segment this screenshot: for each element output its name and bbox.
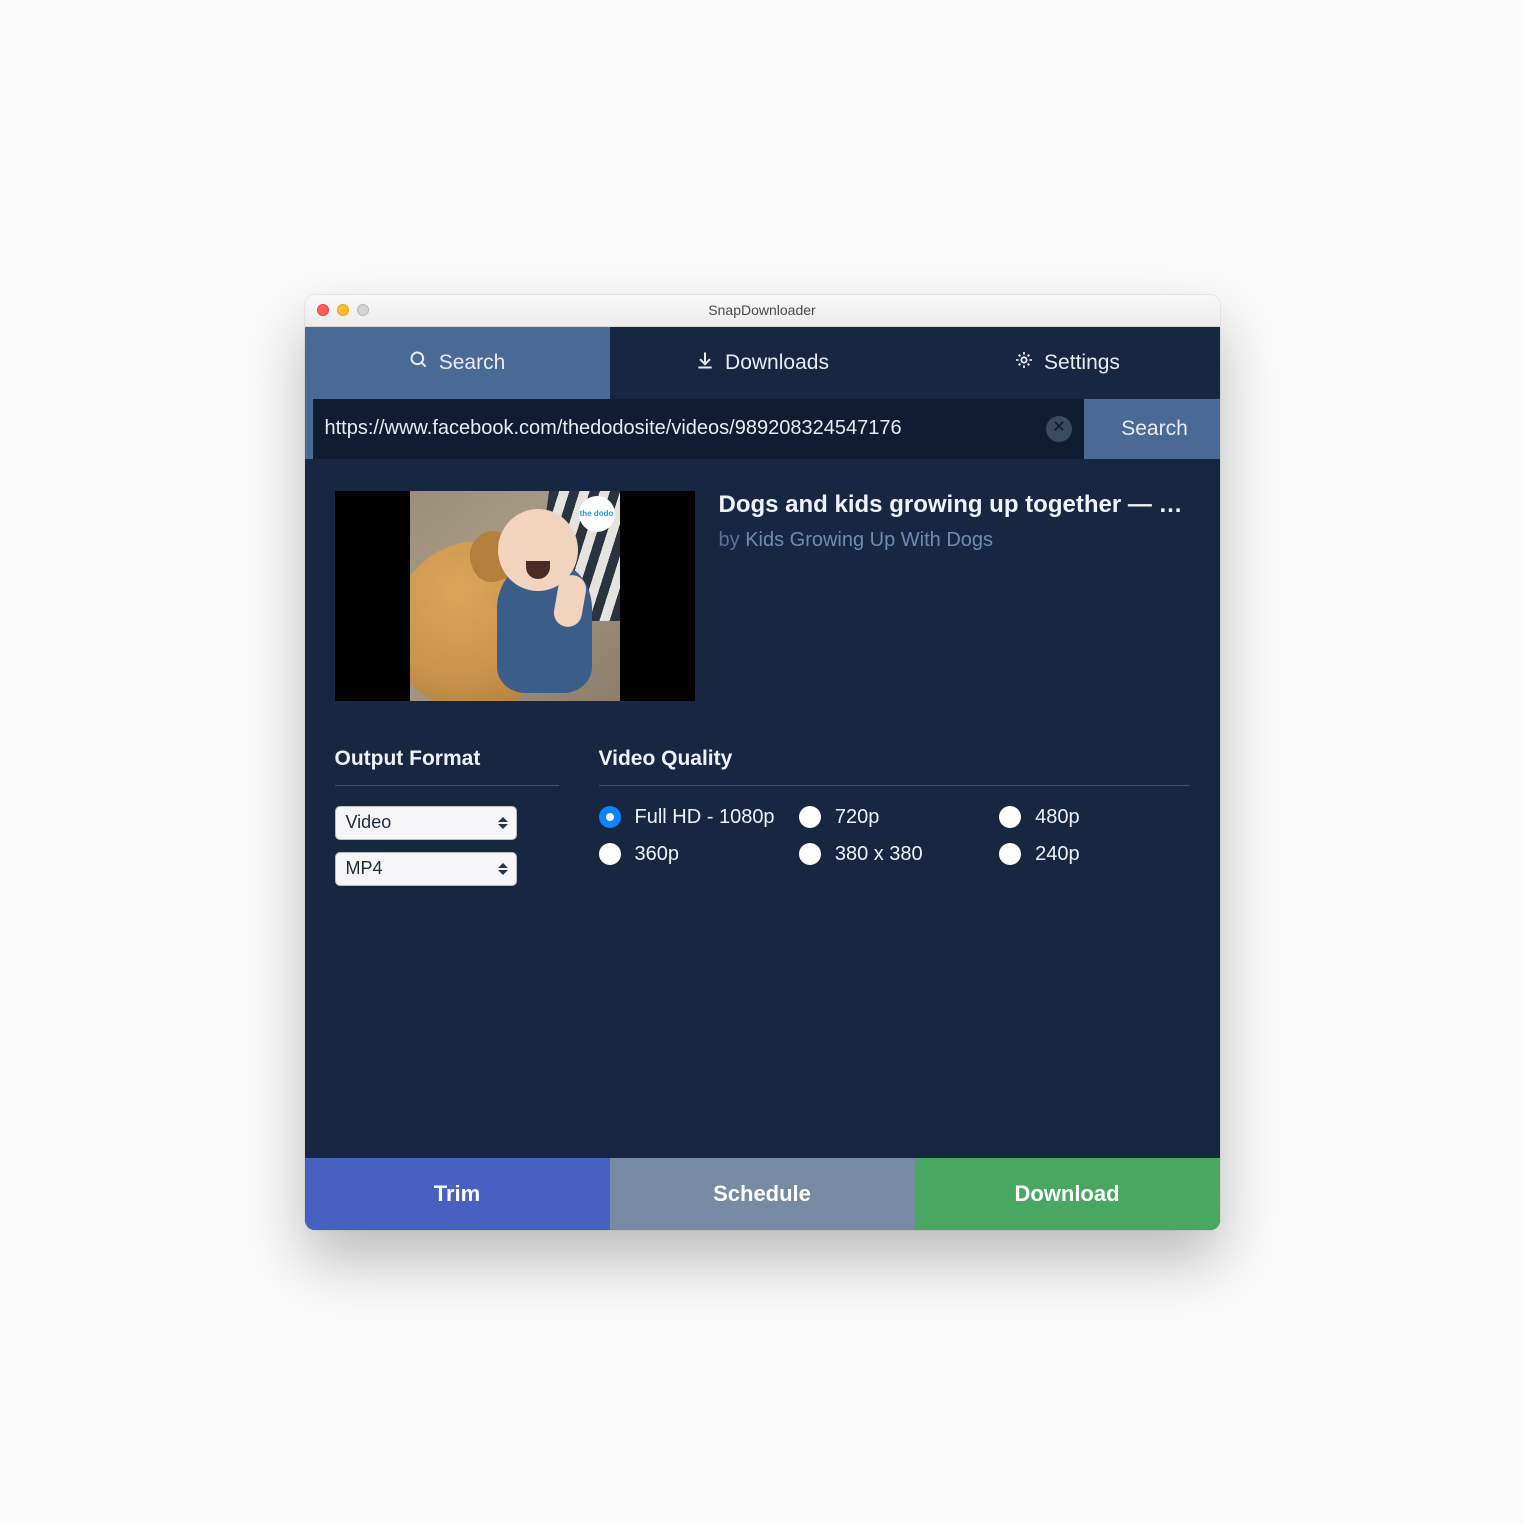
quality-option-label: 240p <box>1035 843 1080 866</box>
video-author-line: by Kids Growing Up With Dogs <box>719 529 1190 552</box>
video-preview-row: the dodo Dogs and kids growing up togeth… <box>335 491 1190 701</box>
thumbnail-logo-badge: the dodo <box>579 496 615 532</box>
maximize-window-button[interactable] <box>357 304 369 316</box>
thumbnail-image: the dodo <box>410 491 620 701</box>
quality-option-label: 720p <box>835 806 880 829</box>
options-row: Output Format Video MP4 Video Quality Fu… <box>335 747 1190 898</box>
radio-icon <box>799 843 821 865</box>
quality-option-label: Full HD - 1080p <box>635 806 775 829</box>
quality-option-label: 360p <box>635 843 680 866</box>
radio-icon <box>799 806 821 828</box>
search-button[interactable]: Search <box>1090 399 1220 459</box>
schedule-button-label: Schedule <box>713 1181 811 1207</box>
format-container-value: MP4 <box>346 858 383 879</box>
url-input[interactable] <box>325 417 1046 440</box>
video-quality-heading: Video Quality <box>599 747 1190 786</box>
tab-search[interactable]: Search <box>305 327 610 399</box>
quality-radio-group: Full HD - 1080p 720p 480p 360p 380 x 380 240p <box>599 806 1190 866</box>
clear-url-button[interactable] <box>1046 416 1072 442</box>
download-button-label: Download <box>1014 1181 1119 1207</box>
search-icon <box>409 350 429 376</box>
radio-icon <box>599 806 621 828</box>
video-author: Kids Growing Up With Dogs <box>745 529 993 551</box>
tab-downloads-label: Downloads <box>725 351 829 375</box>
app-window: SnapDownloader Search Downloads Settings <box>305 295 1220 1230</box>
url-searchbar: Search <box>305 399 1220 459</box>
quality-option[interactable]: Full HD - 1080p <box>599 806 789 829</box>
quality-option-label: 480p <box>1035 806 1080 829</box>
video-quality-column: Video Quality Full HD - 1080p 720p 480p 360… <box>599 747 1190 898</box>
minimize-window-button[interactable] <box>337 304 349 316</box>
format-type-value: Video <box>346 812 392 833</box>
close-window-button[interactable] <box>317 304 329 316</box>
search-button-label: Search <box>1121 417 1188 441</box>
close-icon <box>1052 419 1066 438</box>
chevron-updown-icon <box>498 817 508 829</box>
tab-downloads[interactable]: Downloads <box>610 327 915 399</box>
quality-option[interactable]: 380 x 380 <box>799 843 989 866</box>
format-container-select[interactable]: MP4 <box>335 852 517 886</box>
url-input-container <box>313 399 1084 459</box>
download-icon <box>695 350 715 376</box>
output-format-heading: Output Format <box>335 747 559 786</box>
quality-option[interactable]: 360p <box>599 843 789 866</box>
author-prefix: by <box>719 529 746 551</box>
content-area: the dodo Dogs and kids growing up togeth… <box>305 459 1220 1158</box>
footer-actions: Trim Schedule Download <box>305 1158 1220 1230</box>
quality-option[interactable]: 480p <box>999 806 1189 829</box>
format-type-select[interactable]: Video <box>335 806 517 840</box>
radio-icon <box>599 843 621 865</box>
trim-button-label: Trim <box>434 1181 480 1207</box>
video-metadata: Dogs and kids growing up together — this… <box>719 491 1190 701</box>
titlebar: SnapDownloader <box>305 295 1220 327</box>
quality-option[interactable]: 720p <box>799 806 989 829</box>
chevron-updown-icon <box>498 863 508 875</box>
window-title: SnapDownloader <box>305 302 1220 318</box>
window-controls <box>317 304 369 316</box>
schedule-button[interactable]: Schedule <box>610 1158 915 1230</box>
quality-option-label: 380 x 380 <box>835 843 923 866</box>
download-button[interactable]: Download <box>915 1158 1220 1230</box>
quality-option[interactable]: 240p <box>999 843 1189 866</box>
trim-button[interactable]: Trim <box>305 1158 610 1230</box>
tab-settings-label: Settings <box>1044 351 1120 375</box>
app-body: Search the dodo <box>305 399 1220 1230</box>
tab-settings[interactable]: Settings <box>915 327 1220 399</box>
tab-search-label: Search <box>439 351 506 375</box>
main-tabs: Search Downloads Settings <box>305 327 1220 399</box>
gear-icon <box>1014 350 1034 376</box>
radio-icon <box>999 806 1021 828</box>
video-thumbnail: the dodo <box>335 491 695 701</box>
video-title: Dogs and kids growing up together — this… <box>719 491 1190 519</box>
output-format-column: Output Format Video MP4 <box>335 747 559 898</box>
radio-icon <box>999 843 1021 865</box>
